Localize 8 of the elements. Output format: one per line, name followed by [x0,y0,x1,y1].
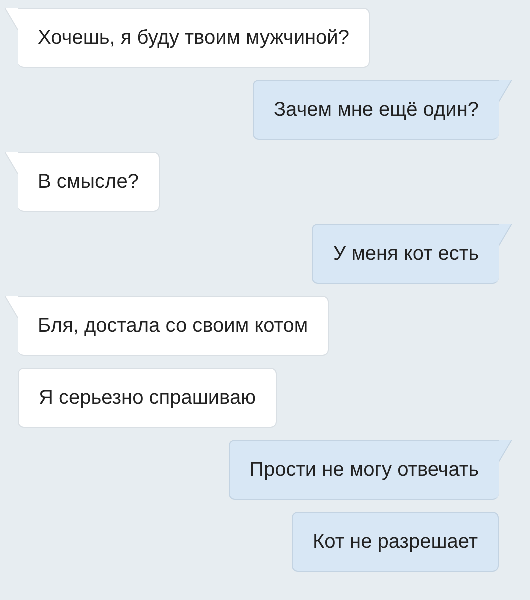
message-text: Кот не разрешает [313,530,478,554]
message-text: Прости не могу отвечать [250,458,479,482]
message-text: У меня кот есть [333,242,479,266]
message-text: Бля, достала со своим котом [38,314,308,338]
message-text: Зачем мне ещё один? [274,98,479,122]
message-text: Хочешь, я буду твоим мужчиной? [38,26,350,50]
message-text: Я серьезно спрашиваю [39,386,256,410]
message-text: В смысле? [38,170,139,194]
